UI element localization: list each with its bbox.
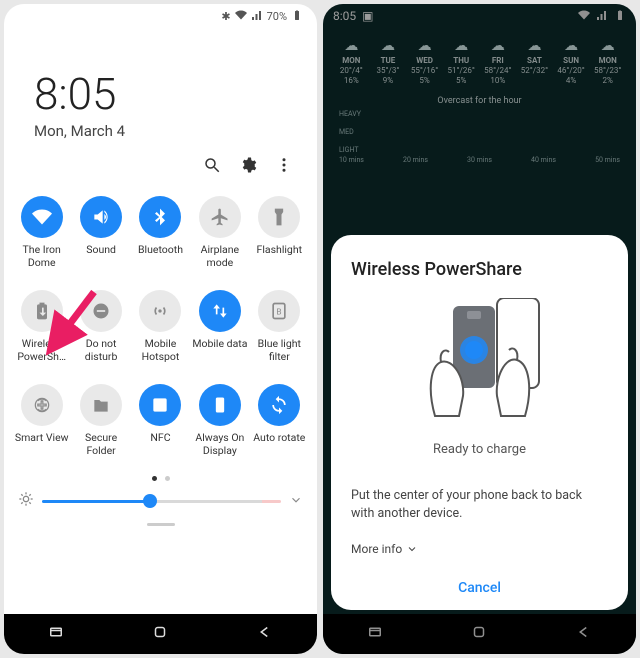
tile-mobiledata[interactable]: Mobile data [190, 290, 249, 378]
instruction-text: Put the center of your phone back to bac… [351, 487, 608, 522]
sound-icon [80, 196, 122, 238]
mobiledata-icon [199, 290, 241, 332]
battery-status-icon [291, 9, 303, 24]
tile-label: Wireless PowerSh… [14, 338, 70, 363]
tile-label: Bluetooth [138, 244, 183, 257]
securefolder-icon [80, 384, 122, 426]
more-info-label: More info [351, 542, 402, 556]
tile-label: Smart View [15, 432, 69, 445]
wifi-icon [21, 196, 63, 238]
tile-label: Do not disturb [73, 338, 129, 363]
page-indicator [4, 476, 317, 481]
nav-home[interactable] [151, 623, 169, 645]
tile-powershare[interactable]: Wireless PowerSh… [12, 290, 71, 378]
aod-icon [199, 384, 241, 426]
airplane-icon [199, 196, 241, 238]
clock-time: 8:05 [34, 68, 317, 120]
tile-label: NFC [150, 432, 170, 445]
dnd-icon [80, 290, 122, 332]
clock-date: Mon, March 4 [34, 122, 317, 140]
tile-wifi[interactable]: The Iron Dome [12, 196, 71, 284]
tile-securefolder[interactable]: Secure Folder [71, 384, 130, 472]
chevron-down-icon[interactable] [289, 492, 303, 511]
brightness-track[interactable] [42, 500, 281, 503]
chevron-down-icon [406, 543, 418, 555]
illustration [351, 298, 608, 418]
tile-label: Mobile data [192, 338, 247, 351]
tile-dnd[interactable]: Do not disturb [71, 290, 130, 378]
page-dot [165, 476, 170, 481]
tile-label: Blue light filter [251, 338, 307, 363]
tile-label: Sound [86, 244, 116, 257]
powershare-screen: 8:05 ▣ ☁MON20°/4°16%☁TUE35°/3°9%☁WED55°/… [323, 4, 636, 654]
tile-aod[interactable]: Always On Display [190, 384, 249, 472]
flashlight-icon [258, 196, 300, 238]
battery-text: 70% [267, 10, 287, 23]
quick-settings-panel: ✱ 70% 8:05 Mon, March 4 The Iron Dome Sou… [4, 4, 317, 654]
tiles-grid: The Iron Dome Sound Bluetooth Airplane mode… [4, 196, 317, 472]
tile-label: Always On Display [192, 432, 248, 457]
ready-text: Ready to charge [351, 442, 608, 457]
bluetooth-status-icon: ✱ [221, 10, 230, 23]
tile-airplane[interactable]: Airplane mode [190, 196, 249, 284]
panel-actions [4, 150, 317, 196]
hotspot-icon [139, 290, 181, 332]
clock-area: 8:05 Mon, March 4 [4, 28, 317, 150]
tile-hotspot[interactable]: Mobile Hotspot [131, 290, 190, 378]
more-icon[interactable] [275, 156, 293, 178]
tile-smartview[interactable]: Smart View [12, 384, 71, 472]
tile-bluetooth[interactable]: Bluetooth [131, 196, 190, 284]
nfc-icon [139, 384, 181, 426]
tile-sound[interactable]: Sound [71, 196, 130, 284]
cancel-button[interactable]: Cancel [351, 570, 608, 598]
svg-text:B: B [277, 307, 282, 317]
nav-recents[interactable] [47, 623, 65, 645]
nav-bar [4, 614, 317, 654]
tile-label: Flashlight [257, 244, 303, 257]
tile-label: Airplane mode [192, 244, 248, 269]
search-icon[interactable] [203, 156, 221, 178]
status-bar: ✱ 70% [4, 4, 317, 28]
brightness-thumb[interactable] [143, 494, 157, 508]
powershare-icon [21, 290, 63, 332]
tile-bluelight[interactable]: B Blue light filter [250, 290, 309, 378]
wifi-status-icon [235, 9, 247, 24]
brightness-icon [18, 491, 34, 511]
tile-flashlight[interactable]: Flashlight [250, 196, 309, 284]
smartview-icon [21, 384, 63, 426]
brightness-slider[interactable] [4, 491, 317, 517]
bluelight-icon: B [258, 290, 300, 332]
sheet-title: Wireless PowerShare [351, 259, 608, 280]
tile-label: Auto rotate [253, 432, 305, 445]
more-info[interactable]: More info [351, 542, 608, 556]
nav-back[interactable] [256, 623, 274, 645]
autorotate-icon [258, 384, 300, 426]
tile-nfc[interactable]: NFC [131, 384, 190, 472]
gear-icon[interactable] [239, 156, 257, 178]
bluetooth-icon [139, 196, 181, 238]
signal-status-icon [251, 9, 263, 24]
tile-label: Secure Folder [73, 432, 129, 457]
panel-handle[interactable] [147, 523, 175, 526]
tile-autorotate[interactable]: Auto rotate [250, 384, 309, 472]
tile-label: The Iron Dome [14, 244, 70, 269]
powershare-sheet: Wireless PowerShare Ready to charge Put … [331, 235, 628, 610]
tile-label: Mobile Hotspot [132, 338, 188, 363]
page-dot-active [152, 476, 157, 481]
